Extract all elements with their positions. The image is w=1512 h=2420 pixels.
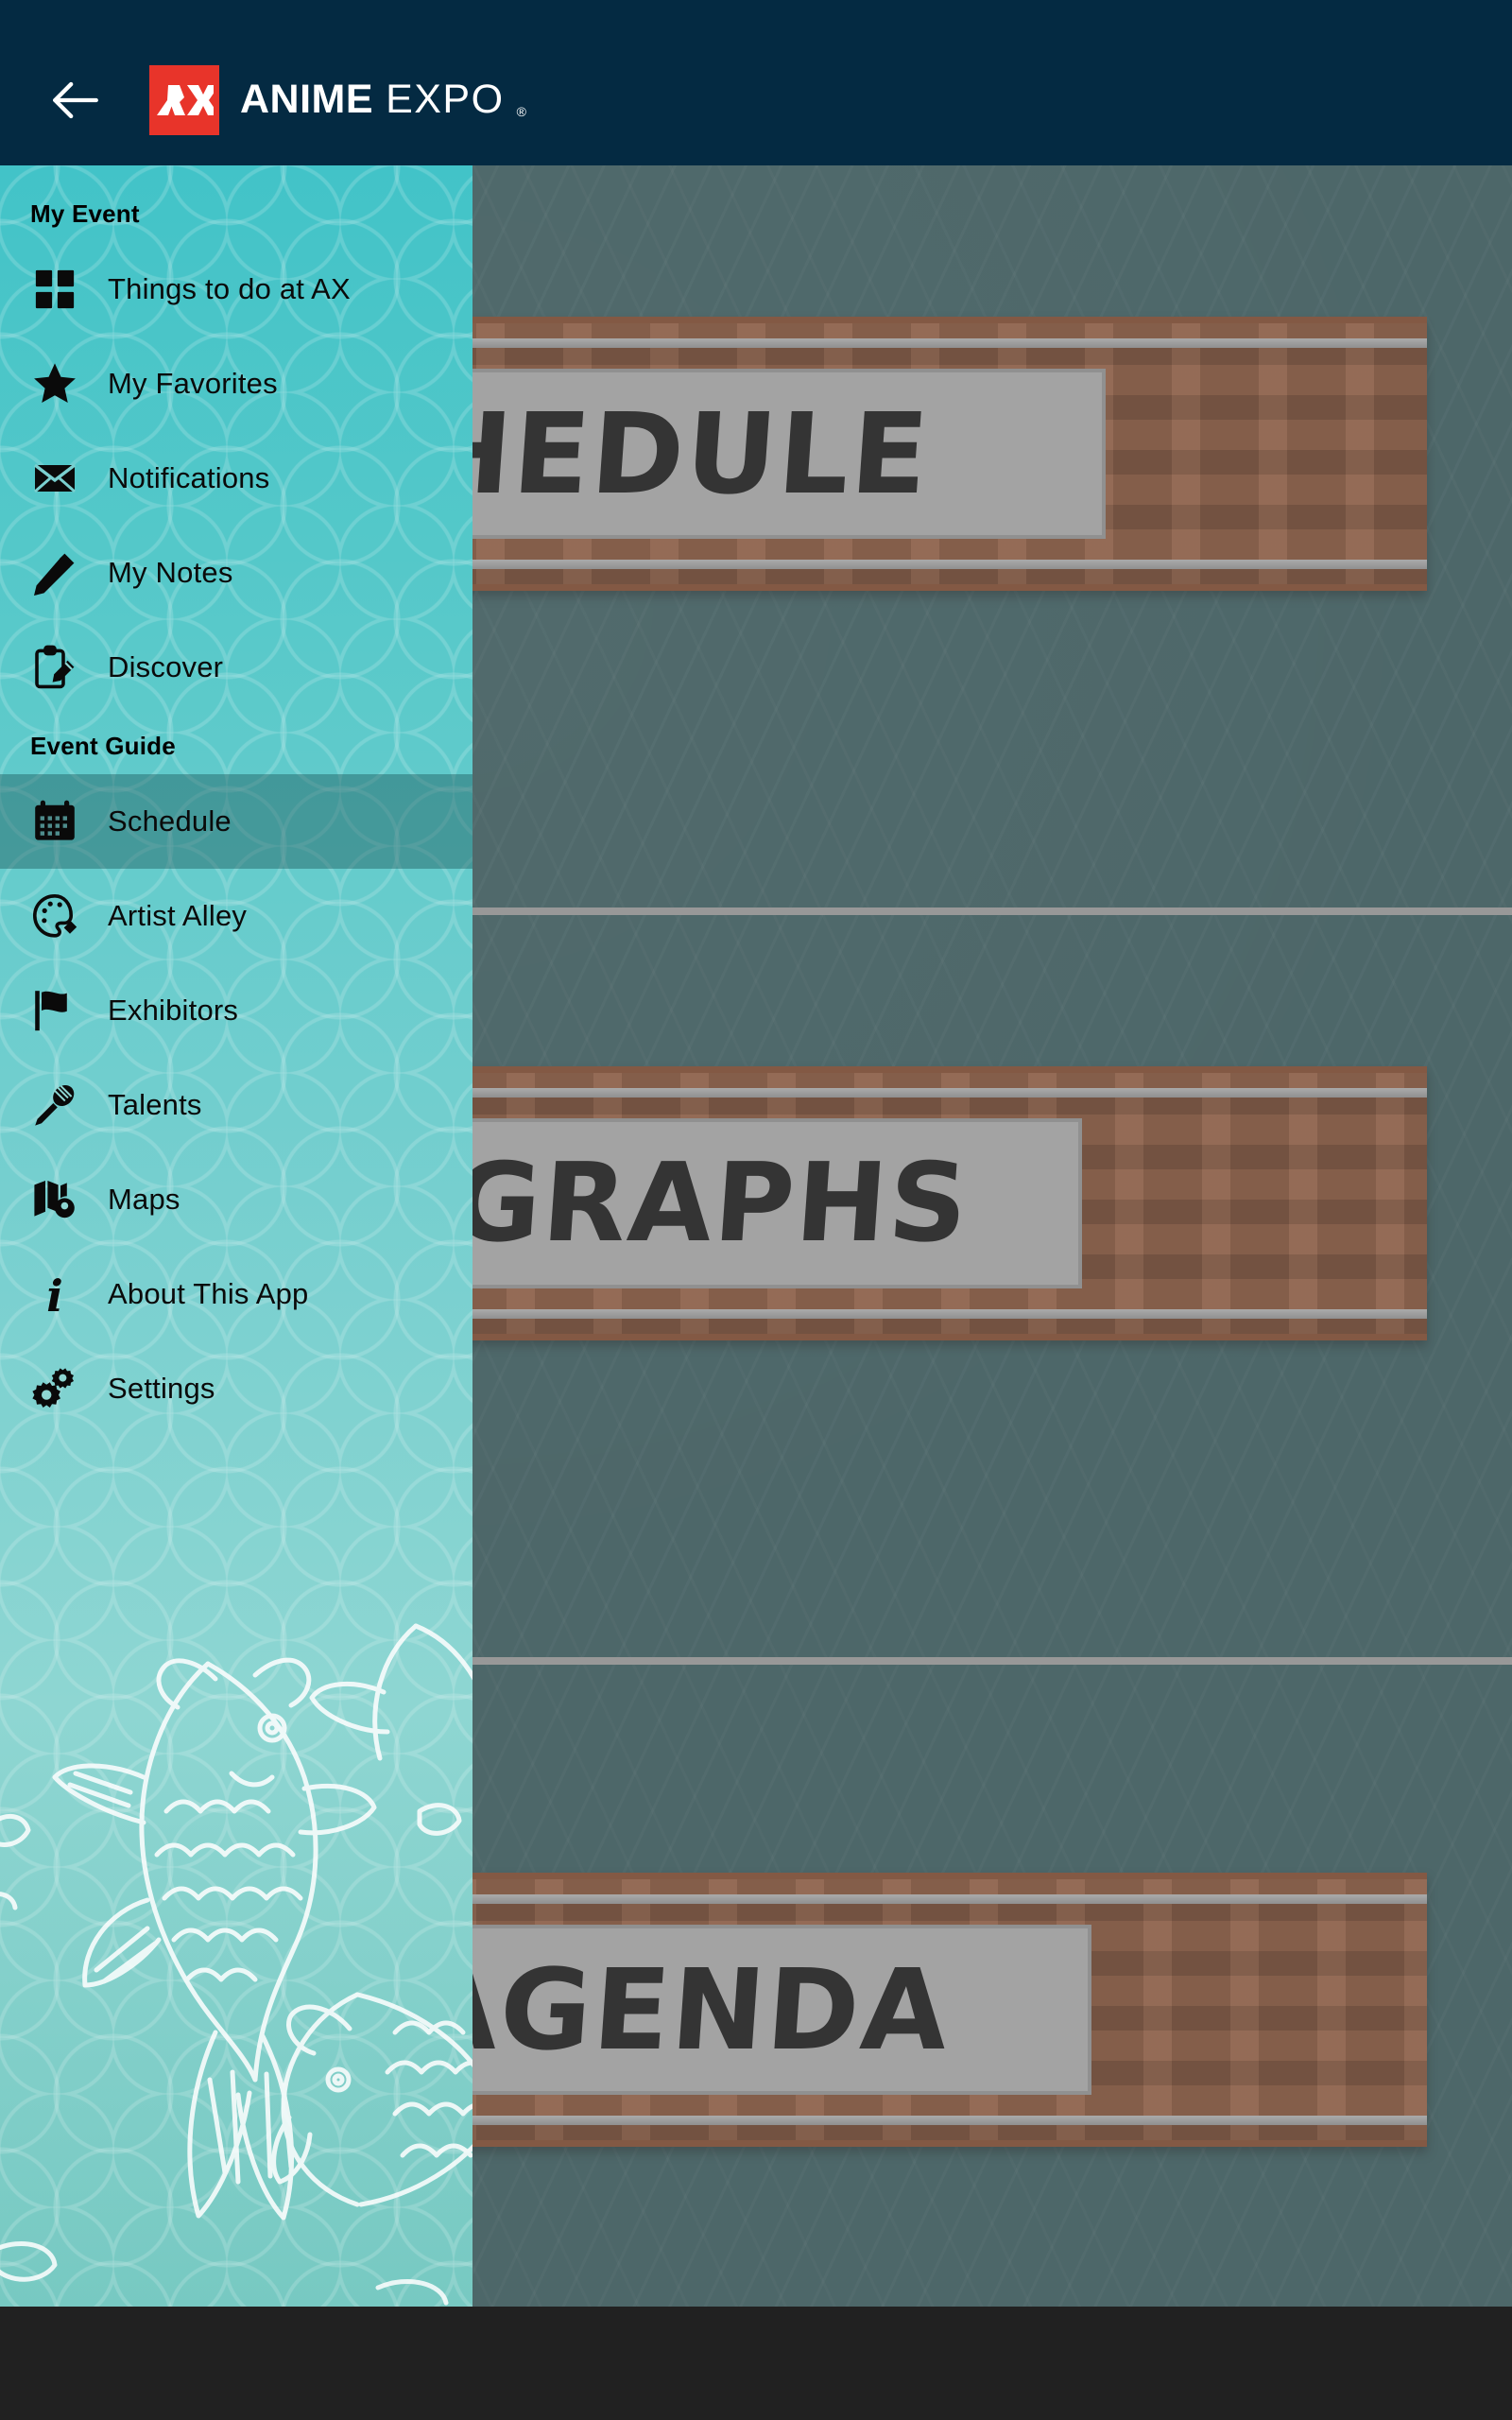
grid-icon [30,265,79,314]
drawer-section-header-event-guide: Event Guide [30,732,176,760]
app-root: SCHEDULE AUTOGRAPHS MY AGENDA My Event T… [0,0,1512,2420]
sidebar-item-label: Things to do at AX [108,272,351,305]
envelope-icon [30,454,79,503]
sidebar-item-label: My Favorites [108,367,278,400]
anime-expo-logo: ANIME EXPO ® [149,64,526,135]
registered-mark: ® [516,104,526,119]
sidebar-item-my-notes[interactable]: My Notes [0,526,472,620]
info-icon: i [30,1270,79,1319]
sidebar-item-label: Talents [108,1088,202,1121]
microphone-icon [30,1080,79,1130]
navigation-drawer: My Event Things to do at AX My Favorites… [0,165,472,2307]
brand-primary-text: ANIME [240,77,374,122]
anime-expo-wordmark: ANIME EXPO ® [240,79,526,120]
svg-text:i: i [46,1271,62,1317]
app-bar: ANIME EXPO ® [0,0,1512,165]
sidebar-item-things-to-do-at-ax[interactable]: Things to do at AX [0,242,472,337]
sidebar-item-label: Schedule [108,804,232,838]
sidebar-item-label: My Notes [108,556,233,589]
sidebar-item-schedule[interactable]: Schedule [0,774,472,869]
flag-icon [30,986,79,1035]
sidebar-item-exhibitors[interactable]: Exhibitors [0,963,472,1058]
sidebar-item-label: Exhibitors [108,994,239,1027]
back-button[interactable] [45,70,106,130]
sidebar-item-label: About This App [108,1277,309,1310]
sidebar-item-maps[interactable]: Maps [0,1152,472,1247]
drawer-section-header-my-event: My Event [30,199,140,228]
map-pin-icon [30,1175,79,1224]
calendar-icon [30,797,79,846]
ax-logo-icon [149,64,219,135]
system-navigation-bar [0,2307,1512,2420]
sidebar-item-talents[interactable]: Talents [0,1058,472,1152]
sidebar-item-about-this-app[interactable]: i About This App [0,1247,472,1341]
sidebar-item-label: Discover [108,650,224,683]
sidebar-item-my-favorites[interactable]: My Favorites [0,337,472,431]
koi-fish-icon [0,1623,472,2306]
sidebar-item-label: Maps [108,1183,180,1216]
gears-icon [30,1364,79,1413]
sidebar-item-label: Notifications [108,461,270,494]
star-icon [30,359,79,408]
pencil-icon [30,548,79,597]
palette-icon [30,891,79,941]
clipboard-pencil-icon [30,643,79,692]
sidebar-item-label: Artist Alley [108,899,248,932]
sidebar-item-notifications[interactable]: Notifications [0,431,472,526]
sidebar-item-settings[interactable]: Settings [0,1341,472,1436]
sidebar-item-label: Settings [108,1372,215,1405]
sidebar-item-artist-alley[interactable]: Artist Alley [0,869,472,963]
drawer-menu-list: My Event Things to do at AX My Favorites… [0,165,472,1436]
brand-secondary-text: EXPO [386,77,505,122]
sidebar-item-discover[interactable]: Discover [0,620,472,715]
